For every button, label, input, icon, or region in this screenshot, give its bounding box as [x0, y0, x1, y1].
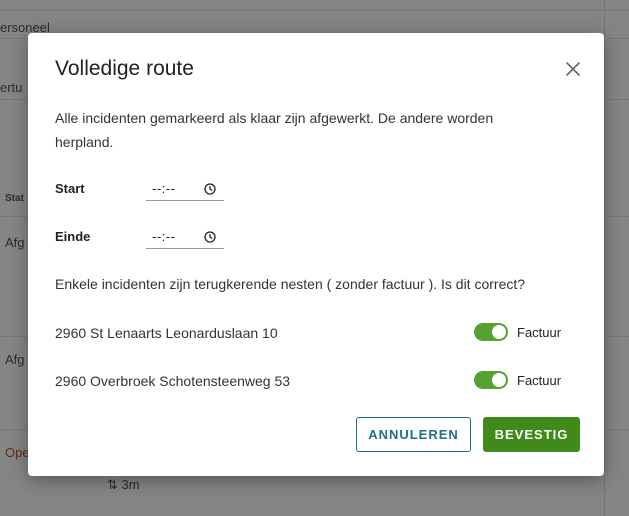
toggle-knob — [492, 325, 506, 339]
incident-address: 2960 Overbroek Schotensteenweg 53 — [55, 373, 291, 389]
start-time-value: --:-- — [152, 181, 176, 196]
close-icon[interactable] — [565, 61, 581, 77]
invoice-toggle[interactable] — [474, 323, 508, 341]
cancel-button[interactable]: ANNULEREN — [356, 417, 471, 452]
incident-address: 2960 St Lenaarts Leonarduslaan 10 — [55, 325, 278, 341]
dialog-title: Volledige route — [55, 57, 194, 80]
recurring-nests-question: Enkele incidenten zijn terugkerende nest… — [55, 276, 526, 292]
confirm-button[interactable]: BEVESTIG — [483, 417, 580, 452]
end-label: Einde — [55, 229, 91, 244]
invoice-toggle-label: Factuur — [517, 373, 562, 388]
complete-route-dialog: Volledige route Alle incidenten gemarkee… — [28, 33, 604, 476]
toggle-knob — [492, 373, 506, 387]
start-time-input[interactable]: --:-- — [146, 178, 224, 201]
start-label: Start — [55, 181, 85, 196]
end-time-value: --:-- — [152, 229, 176, 244]
invoice-toggle[interactable] — [474, 371, 508, 389]
invoice-toggle-label: Factuur — [517, 325, 562, 340]
clock-icon[interactable] — [204, 231, 216, 246]
dialog-description: Alle incidenten gemarkeerd als klaar zij… — [55, 110, 494, 150]
clock-icon[interactable] — [204, 183, 216, 198]
end-time-input[interactable]: --:-- — [146, 226, 224, 249]
